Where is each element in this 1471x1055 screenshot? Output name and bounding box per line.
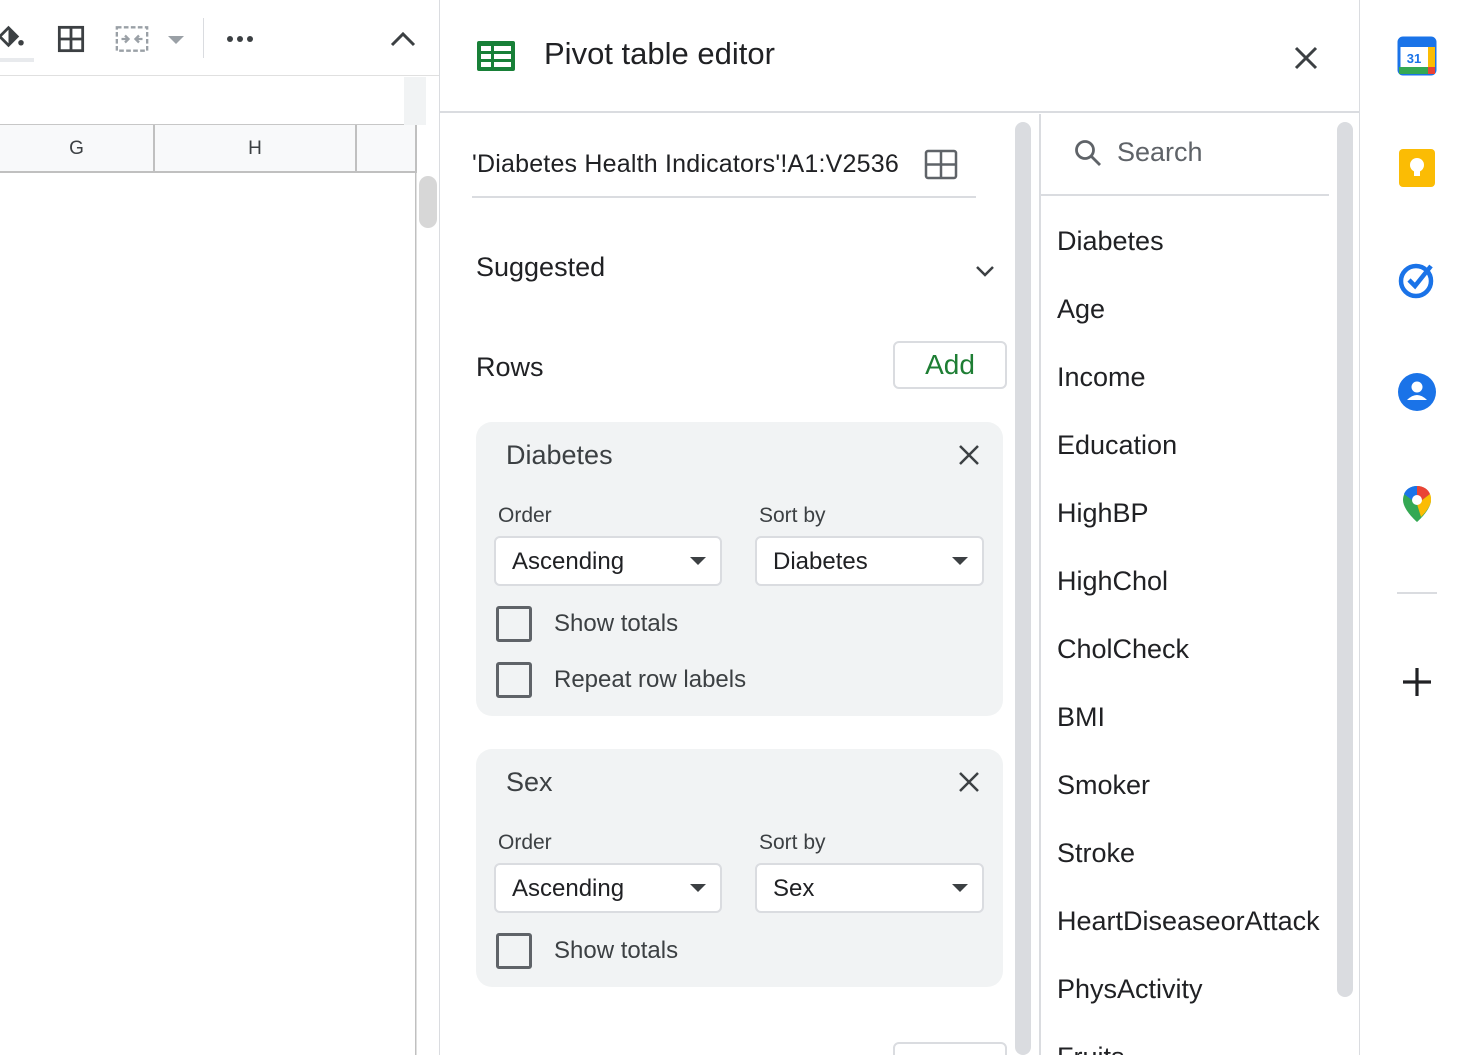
- editor-config-column: 'Diabetes Health Indicators'!A1:V2536 Su…: [440, 114, 1038, 1055]
- dropdown-arrow-icon[interactable]: [164, 28, 188, 52]
- field-item[interactable]: Fruits: [1057, 1042, 1325, 1055]
- collapse-toolbar-icon[interactable]: [386, 22, 420, 56]
- editor-title: Pivot table editor: [544, 36, 775, 71]
- show-totals-option[interactable]: Show totals: [496, 604, 678, 644]
- sortby-label: Sort by: [759, 831, 826, 854]
- pivot-table-editor: Pivot table editor 'Diabetes Health Indi…: [439, 0, 1360, 1055]
- config-scrollbar[interactable]: [1015, 122, 1031, 1055]
- order-select-value: Ascending: [512, 548, 625, 575]
- dropdown-caret-icon: [952, 557, 968, 565]
- field-item[interactable]: Diabetes: [1057, 226, 1325, 257]
- tasks-icon[interactable]: [1397, 260, 1437, 300]
- pivot-table-icon: [476, 40, 516, 72]
- field-item[interactable]: HeartDiseaseorAttack: [1057, 906, 1325, 937]
- field-item[interactable]: PhysActivity: [1057, 974, 1325, 1005]
- borders-icon[interactable]: [56, 24, 86, 54]
- calendar-day: 31: [1407, 51, 1421, 66]
- add-row-button[interactable]: Add: [893, 341, 1007, 389]
- calendar-icon[interactable]: 31: [1397, 36, 1437, 76]
- sortby-select-value: Diabetes: [773, 548, 868, 575]
- order-select[interactable]: Ascending: [494, 536, 722, 586]
- paint-format-icon[interactable]: [0, 22, 28, 56]
- dropdown-caret-icon: [690, 557, 706, 565]
- remove-field-close-icon[interactable]: [954, 767, 984, 797]
- column-headers: G H: [0, 125, 416, 173]
- field-item[interactable]: HighChol: [1057, 566, 1325, 597]
- maps-icon[interactable]: [1397, 484, 1437, 524]
- field-item[interactable]: Stroke: [1057, 838, 1325, 869]
- order-select-value: Ascending: [512, 875, 625, 902]
- sheet-scrollbar-track[interactable]: [416, 173, 439, 1055]
- spreadsheet-area: G H: [0, 0, 439, 1055]
- row-field-card-sex: Sex Order Sort by Ascending Sex Show tot…: [476, 749, 1003, 987]
- contacts-icon[interactable]: [1397, 372, 1437, 412]
- show-totals-checkbox[interactable]: [496, 933, 532, 969]
- repeat-row-labels-option[interactable]: Repeat row labels: [496, 660, 746, 700]
- field-item[interactable]: BMI: [1057, 702, 1325, 733]
- dropdown-caret-icon: [690, 884, 706, 892]
- suggested-heading[interactable]: Suggested: [476, 252, 605, 283]
- repeat-row-labels-checkbox[interactable]: [496, 662, 532, 698]
- field-item[interactable]: Income: [1057, 362, 1325, 393]
- repeat-row-labels-label: Repeat row labels: [554, 666, 747, 693]
- show-totals-checkbox[interactable]: [496, 606, 532, 642]
- toolbar-divider: [203, 18, 204, 58]
- sheet-toolbar: [0, 0, 439, 76]
- side-apps-rail: 31: [1361, 0, 1471, 1055]
- fill-color-indicator: [0, 58, 34, 62]
- search-input[interactable]: [1117, 132, 1317, 172]
- field-list-scrollbar[interactable]: [1337, 122, 1353, 997]
- chevron-down-icon[interactable]: [970, 256, 1000, 286]
- field-list: Diabetes Age Income Education HighBP Hig…: [1041, 206, 1329, 1055]
- order-label: Order: [498, 504, 552, 527]
- sortby-select[interactable]: Sex: [755, 863, 984, 913]
- row-field-card-diabetes: Diabetes Order Sort by Ascending Diabete…: [476, 422, 1003, 716]
- dropdown-caret-icon: [952, 884, 968, 892]
- field-item[interactable]: Age: [1057, 294, 1325, 325]
- field-item[interactable]: HighBP: [1057, 498, 1325, 529]
- formula-bar-scroll[interactable]: [404, 77, 426, 125]
- sortby-select-value: Sex: [773, 875, 815, 902]
- merge-cells-icon[interactable]: [112, 24, 152, 54]
- field-search: [1041, 114, 1329, 196]
- field-item[interactable]: CholCheck: [1057, 634, 1325, 665]
- column-header-partial[interactable]: [357, 125, 416, 172]
- row-field-title: Sex: [506, 767, 553, 797]
- more-options-icon[interactable]: [222, 24, 258, 54]
- row-field-title: Diabetes: [506, 440, 613, 470]
- sortby-select[interactable]: Diabetes: [755, 536, 984, 586]
- field-item[interactable]: Smoker: [1057, 770, 1325, 801]
- remove-field-close-icon[interactable]: [954, 440, 984, 470]
- rows-heading: Rows: [476, 352, 544, 382]
- select-range-icon[interactable]: [924, 148, 958, 182]
- formula-bar[interactable]: [0, 77, 426, 125]
- order-label: Order: [498, 831, 552, 854]
- data-range-text: 'Diabetes Health Indicators'!A1:V2536: [472, 150, 899, 178]
- column-header-g[interactable]: G: [0, 125, 155, 172]
- search-icon: [1073, 138, 1103, 168]
- field-item[interactable]: Education: [1057, 430, 1325, 461]
- add-icon[interactable]: [1397, 662, 1437, 702]
- rail-divider: [1397, 592, 1437, 594]
- sheet-scrollbar-thumb[interactable]: [419, 176, 437, 228]
- editor-header: Pivot table editor: [440, 0, 1360, 113]
- data-range-field[interactable]: 'Diabetes Health Indicators'!A1:V2536: [472, 144, 976, 198]
- show-totals-label: Show totals: [554, 937, 679, 964]
- sortby-label: Sort by: [759, 504, 826, 527]
- add-columns-button[interactable]: [893, 1042, 1007, 1055]
- show-totals-label: Show totals: [554, 610, 679, 637]
- order-select[interactable]: Ascending: [494, 863, 722, 913]
- column-header-h[interactable]: H: [155, 125, 357, 172]
- keep-icon[interactable]: [1397, 148, 1437, 188]
- show-totals-option[interactable]: Show totals: [496, 931, 678, 971]
- close-icon[interactable]: [1288, 40, 1324, 76]
